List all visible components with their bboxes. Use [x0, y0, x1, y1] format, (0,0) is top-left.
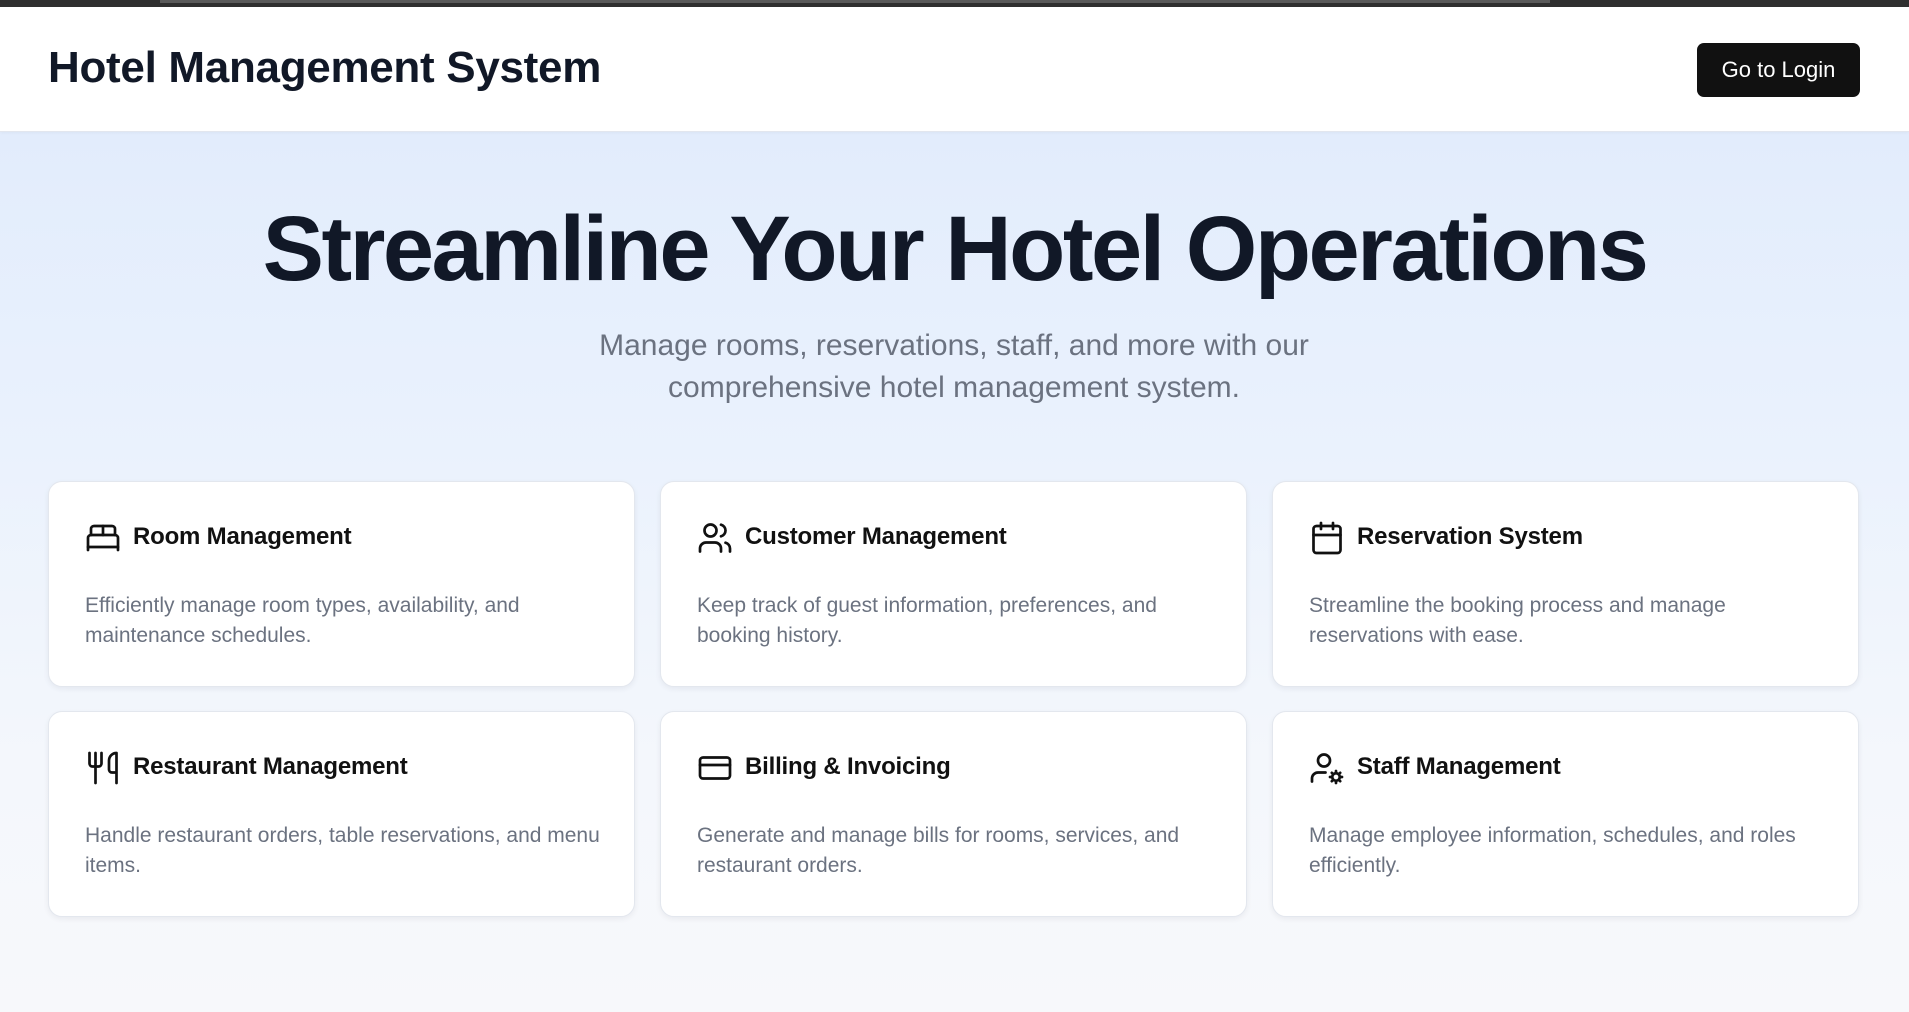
- site-header: Hotel Management System Go to Login: [0, 7, 1909, 132]
- feature-card-reservation-system: Reservation System Streamline the bookin…: [1272, 481, 1859, 687]
- page-viewport: Hotel Management System Go to Login Stre…: [0, 7, 1909, 1012]
- feature-card-customer-management: Customer Management Keep track of guest …: [660, 481, 1247, 687]
- calendar-icon: [1309, 520, 1345, 556]
- feature-title: Restaurant Management: [133, 753, 408, 780]
- feature-description: Manage employee information, schedules, …: [1309, 824, 1796, 877]
- feature-description: Keep track of guest information, prefere…: [697, 594, 1157, 647]
- go-to-login-button[interactable]: Go to Login: [1697, 43, 1860, 97]
- feature-card-restaurant-management: Restaurant Management Handle restaurant …: [48, 711, 635, 917]
- feature-title: Customer Management: [745, 523, 1007, 550]
- credit-card-icon: [697, 750, 733, 786]
- feature-card-billing-invoicing: Billing & Invoicing Generate and manage …: [660, 711, 1247, 917]
- feature-description: Streamline the booking process and manag…: [1309, 594, 1726, 647]
- feature-title: Staff Management: [1357, 753, 1561, 780]
- browser-top-strip: [0, 0, 1909, 7]
- bed-icon: [85, 520, 121, 556]
- feature-title: Reservation System: [1357, 523, 1583, 550]
- utensils-icon: [85, 750, 121, 786]
- feature-description: Efficiently manage room types, availabil…: [85, 594, 520, 647]
- feature-card-staff-management: Staff Management Manage employee informa…: [1272, 711, 1859, 917]
- feature-title: Billing & Invoicing: [745, 753, 951, 780]
- site-title: Hotel Management System: [48, 43, 602, 92]
- feature-description: Handle restaurant orders, table reservat…: [85, 824, 600, 877]
- feature-card-room-management: Room Management Efficiently manage room …: [48, 481, 635, 687]
- hero-subtitle: Manage rooms, reservations, staff, and m…: [599, 329, 1309, 404]
- hero-title: Streamline Your Hotel Operations: [262, 198, 1649, 300]
- feature-title: Room Management: [133, 523, 352, 550]
- user-cog-icon: [1309, 750, 1345, 786]
- users-icon: [697, 520, 733, 556]
- feature-description: Generate and manage bills for rooms, ser…: [697, 824, 1180, 877]
